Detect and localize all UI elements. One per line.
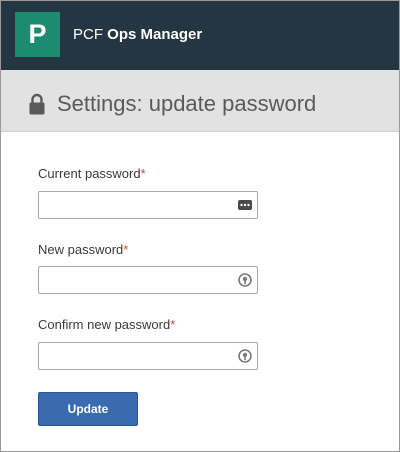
update-button[interactable]: Update — [38, 392, 138, 426]
current-password-label-text: Current password — [38, 166, 141, 181]
password-key-icon[interactable] — [238, 349, 252, 363]
app-title: PCF Ops Manager — [73, 25, 202, 45]
page-title: Settings: update password — [57, 91, 317, 116]
required-marker: * — [170, 317, 176, 332]
new-password-label: New password* — [38, 242, 128, 258]
confirm-password-label: Confirm new password* — [38, 317, 175, 333]
password-key-icon[interactable] — [238, 273, 252, 287]
current-password-input[interactable] — [38, 191, 258, 219]
app-logo[interactable]: P — [15, 12, 60, 57]
confirm-password-input[interactable] — [38, 342, 258, 370]
new-password-label-text: New password — [38, 242, 124, 257]
new-password-input[interactable] — [38, 266, 258, 294]
confirm-password-label-text: Confirm new password — [38, 317, 171, 332]
password-manager-icon[interactable] — [238, 198, 252, 212]
logo-letter: P — [28, 19, 47, 49]
required-marker: * — [140, 166, 146, 181]
app-title-strong: Ops Manager — [107, 26, 203, 43]
app-window: P PCF Ops Manager Settings: update passw… — [0, 0, 400, 452]
top-navigation-bar: P PCF Ops Manager — [1, 1, 399, 70]
required-marker: * — [123, 242, 129, 257]
current-password-label: Current password* — [38, 166, 146, 182]
lock-icon — [29, 93, 45, 115]
app-title-prefix: PCF — [73, 26, 103, 43]
